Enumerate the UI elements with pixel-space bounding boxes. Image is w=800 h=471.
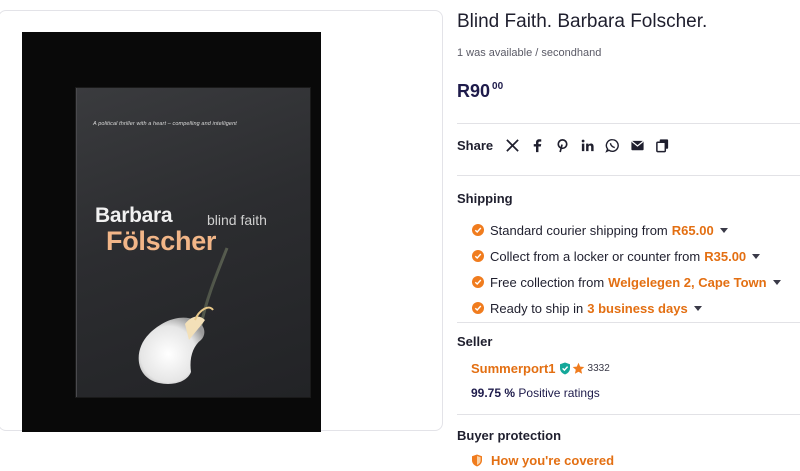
positive-ratings-label: Positive ratings	[518, 386, 600, 400]
product-gallery: A political thriller with a heart – comp…	[0, 10, 443, 432]
positive-ratings: 99.75 % Positive ratings	[471, 386, 600, 400]
buyer-protection-link-text: How you're covered	[491, 453, 615, 468]
shield-icon	[472, 454, 482, 467]
check-icon	[472, 276, 484, 288]
divider	[457, 322, 800, 323]
seller-name-link[interactable]: Summerport1	[471, 361, 556, 376]
linkedin-icon[interactable]	[578, 136, 596, 154]
book-cover: A political thriller with a heart – comp…	[76, 88, 310, 397]
check-icon	[472, 302, 484, 314]
share-label: Share	[457, 137, 494, 153]
shipping-option-ready: Ready to ship in 3 business days	[472, 295, 781, 321]
shipping-option-price[interactable]: R35.00	[704, 249, 746, 264]
seller-rating-count: 3332	[587, 363, 610, 374]
shipping-option-text: Standard courier shipping from	[490, 222, 668, 238]
chevron-down-icon[interactable]	[772, 279, 781, 285]
x-icon[interactable]	[503, 136, 521, 154]
chevron-down-icon[interactable]	[693, 305, 702, 311]
product-title: Blind Faith. Barbara Folscher.	[457, 11, 708, 32]
chevron-down-icon[interactable]	[752, 253, 761, 259]
shipping-option-location[interactable]: Welgelegen 2, Cape Town	[608, 275, 766, 290]
shipping-option-duration[interactable]: 3 business days	[587, 301, 687, 316]
check-icon	[472, 224, 484, 236]
whatsapp-icon[interactable]	[603, 136, 621, 154]
product-image[interactable]: A political thriller with a heart – comp…	[22, 32, 321, 432]
share-row: Share	[457, 136, 678, 154]
shipping-option-text: Free collection from	[490, 274, 605, 290]
email-icon[interactable]	[628, 136, 646, 154]
availability-text: 1 was available / secondhand	[457, 47, 602, 59]
shipping-option-locker: Collect from a locker or counter from R3…	[472, 243, 781, 269]
buyer-protection-link[interactable]: How you're covered	[471, 453, 614, 468]
divider	[457, 123, 800, 124]
shipping-heading: Shipping	[457, 191, 513, 206]
chevron-down-icon[interactable]	[719, 227, 728, 233]
shipping-option-text: Collect from a locker or counter from	[490, 248, 701, 264]
shipping-option-price[interactable]: R65.00	[672, 223, 714, 238]
copy-icon[interactable]	[653, 136, 671, 154]
star-icon	[572, 362, 584, 374]
seller-info: Summerport1 3332	[471, 361, 610, 376]
shipping-option-courier: Standard courier shipping from R65.00	[472, 217, 781, 243]
shipping-option-text: Ready to ship in	[490, 300, 584, 316]
divider	[457, 175, 800, 176]
positive-ratings-value: 99.75 %	[471, 386, 516, 400]
shipping-option-collection: Free collection from Welgelegen 2, Cape …	[472, 269, 781, 295]
calla-lily-illustration	[138, 247, 229, 384]
pinterest-icon[interactable]	[553, 136, 571, 154]
verified-shield-icon	[559, 362, 570, 375]
price-main: R90	[457, 81, 491, 101]
divider	[457, 414, 800, 415]
check-icon	[472, 250, 484, 262]
shipping-options: Standard courier shipping from R65.00 Co…	[472, 217, 781, 321]
seller-heading: Seller	[457, 334, 493, 349]
product-price: R90 00	[457, 81, 503, 102]
facebook-icon[interactable]	[528, 136, 546, 154]
buyer-protection-heading: Buyer protection	[457, 428, 562, 443]
price-cents: 00	[492, 81, 504, 92]
